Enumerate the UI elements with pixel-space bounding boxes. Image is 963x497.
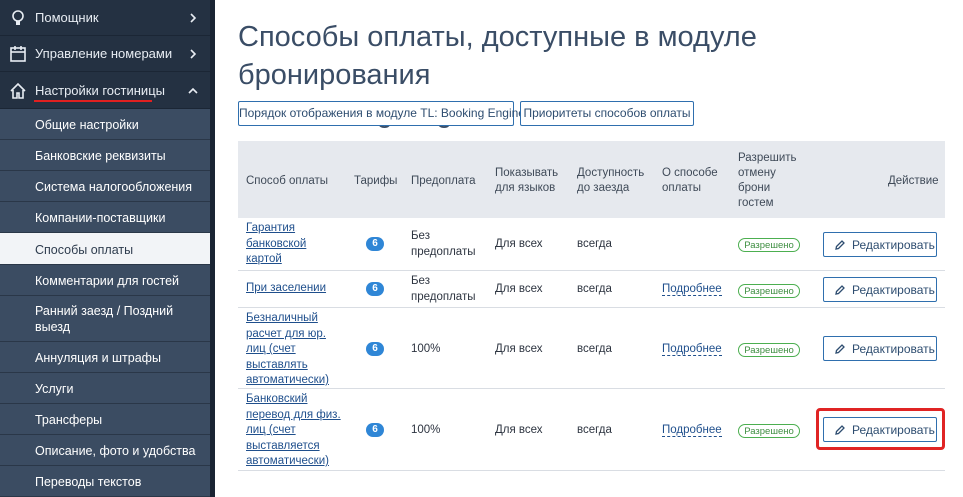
sidebar-item-cancellation-penalties[interactable]: Аннуляция и штрафы: [0, 342, 210, 373]
sidebar-item-general-settings[interactable]: Общие настройки: [0, 109, 210, 140]
calendar-icon: [10, 46, 26, 62]
payment-priorities-button[interactable]: Приоритеты способов оплаты: [520, 101, 694, 126]
table-header: Способ оплаты Тарифы Предоплата Показыва…: [238, 141, 945, 218]
column-header-about: О способе оплаты: [662, 167, 718, 194]
table-row: Безналичный расчет для юр. лиц (счет выстав…: [238, 308, 945, 389]
sidebar-item-label: Настройки гостиницы: [35, 83, 165, 98]
column-header-action: Действие: [888, 175, 939, 187]
sidebar-scrollbar[interactable]: [210, 0, 215, 497]
status-badge: Разрешено: [738, 424, 800, 438]
status-badge: Разрешено: [738, 284, 800, 298]
home-icon: [10, 82, 26, 99]
pencil-icon: [835, 240, 845, 250]
sidebar-item-early-late[interactable]: Ранний заезд / Поздний выезд: [0, 296, 210, 342]
sidebar-item-label: Управление номерами: [35, 46, 173, 61]
column-header-languages: Показывать для языков: [495, 167, 559, 194]
pencil-icon: [835, 344, 845, 354]
availability-value: всегда: [577, 343, 612, 355]
more-info-link[interactable]: Подробнее: [662, 423, 722, 439]
column-header-allow-cancel: Разрешить отмену брони гостем: [738, 152, 797, 209]
prepayment-value: 100%: [411, 424, 441, 436]
sidebar-item-hotel-settings[interactable]: Настройки гостиницы: [0, 72, 210, 109]
sidebar-item-room-management[interactable]: Управление номерами: [0, 36, 210, 72]
sidebar-item-bank-details[interactable]: Банковские реквизиты: [0, 140, 210, 171]
availability-value: всегда: [577, 238, 612, 250]
sidebar-item-label: Помощник: [35, 10, 99, 25]
highlight-frame: [816, 408, 945, 450]
active-section-underline: [34, 100, 152, 102]
more-info-link[interactable]: Подробнее: [662, 282, 722, 298]
status-badge: Разрешено: [738, 238, 800, 252]
payment-method-link[interactable]: Безналичный расчет для юр. лиц (счет выстав…: [246, 311, 329, 389]
availability-value: всегда: [577, 283, 612, 295]
column-header-availability: Доступность до заезда: [577, 167, 645, 194]
sidebar-item-transfers[interactable]: Трансферы: [0, 404, 210, 435]
edit-button[interactable]: Редактировать: [823, 232, 937, 257]
tariffs-count-badge[interactable]: 6: [366, 423, 384, 437]
display-order-button[interactable]: Порядок отображения в модуле TL: Booking…: [238, 101, 525, 126]
payment-method-link[interactable]: Гарантия банковской картой: [246, 221, 306, 268]
sidebar-item-supplier-companies[interactable]: Компании-поставщики: [0, 202, 210, 233]
sidebar-item-tax-system[interactable]: Система налогообложения: [0, 171, 210, 202]
status-badge: Разрешено: [738, 343, 800, 357]
languages-value: Для всех: [495, 238, 543, 250]
table-row: При заселении 6 Без предоплаты Для всех в…: [238, 271, 945, 308]
table-row: Гарантия банковской картой 6 Без предоплаты…: [238, 218, 945, 271]
sidebar: Помощник Управление номерами Настройки г…: [0, 0, 215, 497]
sidebar-item-assistant[interactable]: Помощник: [0, 0, 210, 36]
tariffs-count-badge[interactable]: 6: [366, 282, 384, 296]
more-info-link[interactable]: Подробнее: [662, 342, 722, 358]
sidebar-item-guest-comments[interactable]: Комментарии для гостей: [0, 265, 210, 296]
prepayment-value: 100%: [411, 343, 441, 355]
edit-button[interactable]: Редактировать: [823, 277, 937, 302]
chevron-right-icon: [190, 49, 197, 59]
payment-method-link[interactable]: Банковский перевод для физ. лиц (счет выста…: [246, 392, 341, 470]
availability-value: всегда: [577, 424, 612, 436]
column-header-prepayment: Предоплата: [411, 175, 476, 187]
sidebar-item-text-translations[interactable]: Переводы текстов: [0, 466, 210, 497]
sidebar-item-description-photos[interactable]: Описание, фото и удобства: [0, 435, 210, 466]
tariffs-count-badge[interactable]: 6: [366, 342, 384, 356]
tariffs-count-badge[interactable]: 6: [366, 237, 384, 251]
languages-value: Для всех: [495, 283, 543, 295]
languages-value: Для всех: [495, 343, 543, 355]
prepayment-value: Без предоплаты: [411, 230, 476, 258]
edit-button[interactable]: Редактировать: [823, 336, 937, 361]
sidebar-item-payment-methods[interactable]: Способы оплаты: [0, 233, 210, 265]
lightbulb-icon: [12, 10, 24, 25]
languages-value: Для всех: [495, 424, 543, 436]
sidebar-item-services[interactable]: Услуги: [0, 373, 210, 404]
prepayment-value: Без предоплаты: [411, 275, 476, 303]
column-header-tariffs: Тарифы: [354, 175, 398, 187]
chevron-up-icon: [188, 87, 198, 94]
chevron-right-icon: [190, 13, 197, 23]
payment-method-link[interactable]: При заселении: [246, 281, 326, 297]
column-header-method: Способ оплаты: [246, 175, 328, 187]
pencil-icon: [835, 285, 845, 295]
